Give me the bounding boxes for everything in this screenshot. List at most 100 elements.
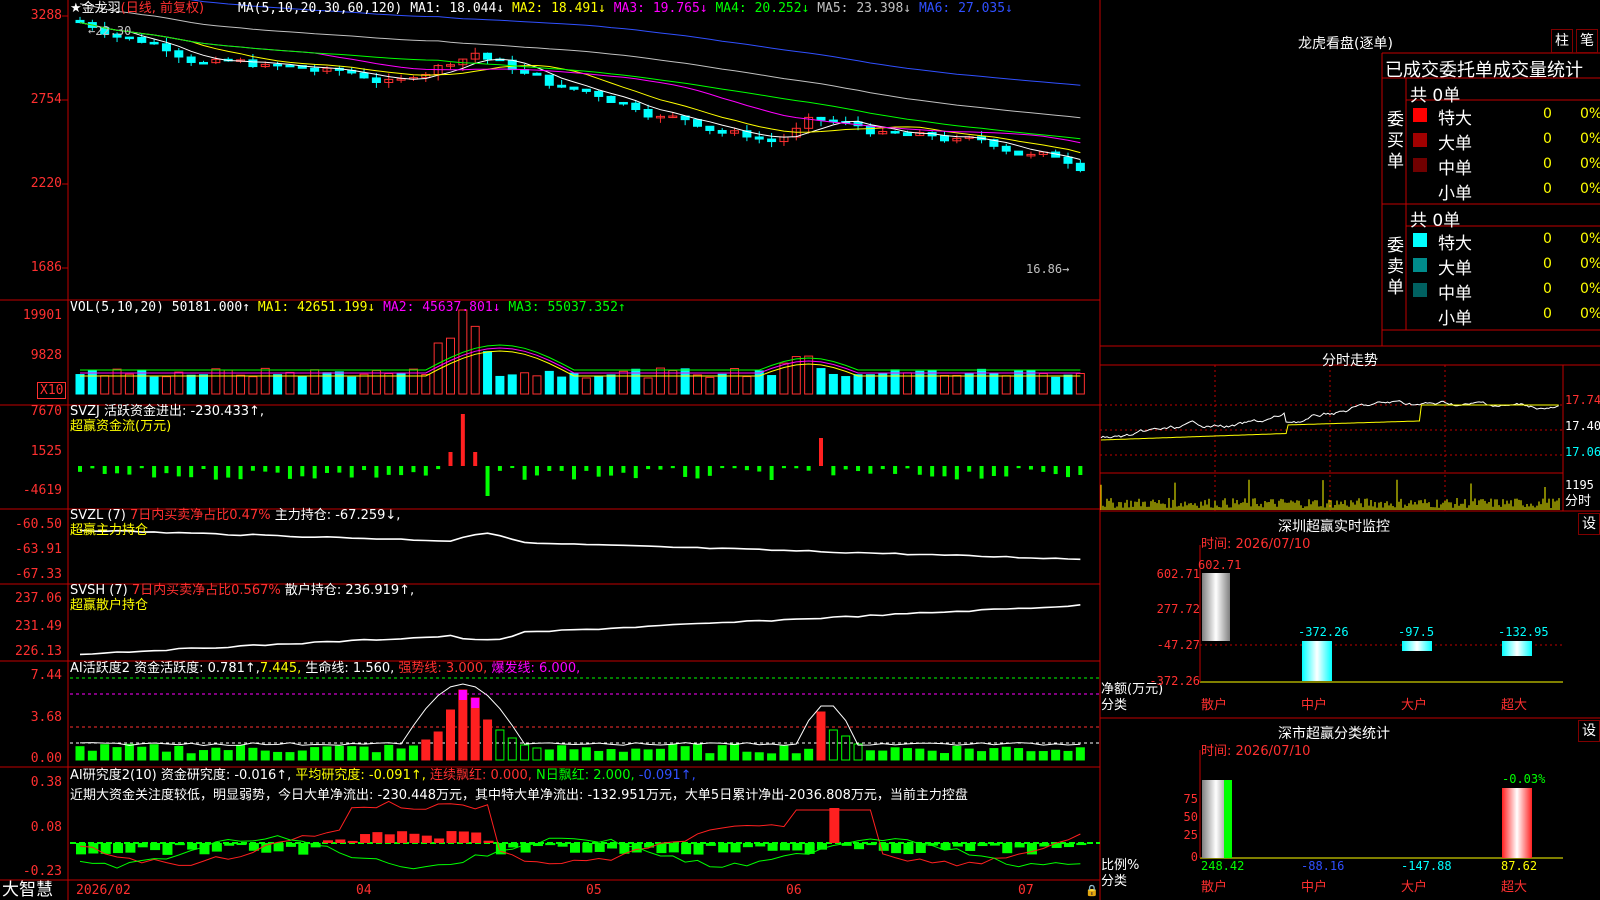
fund-flow-bar: [213, 466, 218, 480]
fund-flow-bar: [1066, 466, 1070, 478]
sell-row-name: 大单: [1438, 259, 1472, 279]
activity-bar: [902, 748, 912, 761]
volume-bar: [742, 376, 752, 395]
count-mode-button[interactable]: 笔: [1576, 29, 1598, 53]
volume-bar: [260, 367, 270, 395]
research-bar: [236, 843, 247, 846]
fund-flow-bar: [856, 466, 861, 472]
candle: [865, 125, 875, 135]
intraday-axis-2: 17.40: [1565, 419, 1600, 433]
candle: [149, 41, 159, 45]
candle: [754, 136, 764, 140]
research-bar: [125, 843, 136, 853]
volume-bar: [767, 375, 777, 395]
buy-row-pct: 0%: [1580, 181, 1600, 197]
candle: [1075, 162, 1085, 172]
candle: [285, 64, 295, 68]
research-bar: [458, 831, 469, 843]
candle: [248, 59, 258, 68]
activity-bar: [396, 748, 406, 761]
research-bar: [767, 843, 778, 851]
fund-flow-bar: [781, 466, 786, 469]
intraday-vol-axis: 1195: [1565, 478, 1594, 492]
volume-bar: [87, 370, 97, 395]
activity-bar: [1063, 750, 1073, 761]
research-bar: [668, 843, 679, 853]
activity-bar: [149, 744, 159, 761]
lock-icon[interactable]: 🔒: [1085, 883, 1099, 898]
bar-mode-button[interactable]: 柱: [1551, 29, 1573, 53]
research-bar: [446, 831, 457, 843]
sz-monitor-category: 大户: [1401, 698, 1428, 713]
volume-bar: [693, 374, 702, 395]
ai-active-e: 爆发线: 6.000,: [491, 661, 581, 676]
sz-class-settings-button[interactable]: 设: [1578, 720, 1600, 742]
fund-flow-bar: [90, 466, 95, 469]
fund-flow-bar: [460, 414, 465, 466]
sz-class-axis: 25: [1183, 828, 1198, 842]
sz-monitor-title: 深圳超赢实时监控: [1278, 519, 1390, 535]
ai-active-d: 强势线: 3.000,: [398, 661, 488, 676]
volume-bar: [581, 377, 591, 395]
date-label-4: 06: [786, 883, 802, 898]
activity-bar: [334, 745, 344, 761]
activity-bar: [421, 739, 431, 761]
buy-swatch-2: [1413, 158, 1427, 172]
svzl-ratio: 7日内买卖净占比0.47%: [129, 508, 271, 523]
vol-unit-badge[interactable]: X10: [37, 382, 67, 399]
activity-bar: [680, 746, 690, 761]
volume-bar: [964, 373, 974, 395]
research-bar: [705, 843, 716, 846]
burst-cap: [471, 698, 480, 708]
sell-swatch-1: [1413, 258, 1427, 272]
fund-flow-bar: [806, 466, 811, 471]
fund-flow-bar: [448, 452, 453, 466]
ai-active-a: 资金活跃度: 0.781↑,: [134, 661, 260, 676]
price-axis-3: 2220: [30, 176, 62, 191]
volume-bar: [754, 370, 764, 395]
fund-flow-bar: [534, 466, 539, 476]
buy-row-name: 特大: [1438, 109, 1472, 129]
volume-bar: [952, 374, 962, 395]
stats-tabs[interactable]: 已成交委托单成交量统计: [1385, 56, 1600, 82]
ma6-value: MA6: 27.035↓: [918, 1, 1013, 16]
sz-monitor-settings-button[interactable]: 设: [1578, 513, 1600, 535]
volume-bar: [334, 371, 344, 395]
fund-flow-bar: [497, 466, 502, 471]
activity-bar: [804, 748, 814, 761]
volume-ma: [80, 347, 1081, 374]
buy-row-pct: 0%: [1580, 156, 1600, 172]
date-label-5: 07: [1018, 883, 1034, 898]
fund-flow-bar: [1004, 466, 1009, 477]
fund-flow-bar: [201, 466, 206, 470]
activity-bar: [186, 753, 196, 761]
sell-swatch-0: [1413, 233, 1427, 247]
fund-flow-bar: [893, 466, 898, 474]
candle: [890, 131, 900, 134]
activity-bar: [890, 747, 900, 761]
fund-flow-bar: [683, 466, 688, 477]
activity-bar: [408, 745, 418, 761]
volume-bar: [828, 373, 838, 395]
activity-bar: [865, 750, 875, 761]
chart-canvas[interactable]: [0, 0, 1600, 900]
fund-flow-bar: [152, 466, 157, 478]
sell-orders-label: 委卖单: [1387, 236, 1404, 298]
mid-net-bar: [1302, 641, 1332, 681]
research-bar: [755, 843, 766, 847]
fund-flow-bar: [176, 466, 181, 477]
volume-bar: [75, 374, 85, 395]
svzl-axis-3: -67.33: [15, 567, 62, 582]
fund-flow-bar: [979, 466, 984, 479]
activity-bar: [717, 745, 727, 761]
activity-bar: [828, 729, 838, 761]
intraday-label: 分时: [1565, 494, 1592, 509]
fund-flow-bar: [1016, 466, 1021, 469]
volume-bar: [1014, 370, 1024, 395]
volume-bar: [137, 369, 147, 395]
research-bar: [508, 843, 519, 848]
sz-class-top-label: -0.03%: [1502, 772, 1546, 786]
activity-bar: [878, 750, 888, 761]
fund-flow-bar: [843, 466, 848, 470]
sz-monitor-time: 时间: 2026/07/10: [1201, 537, 1311, 552]
